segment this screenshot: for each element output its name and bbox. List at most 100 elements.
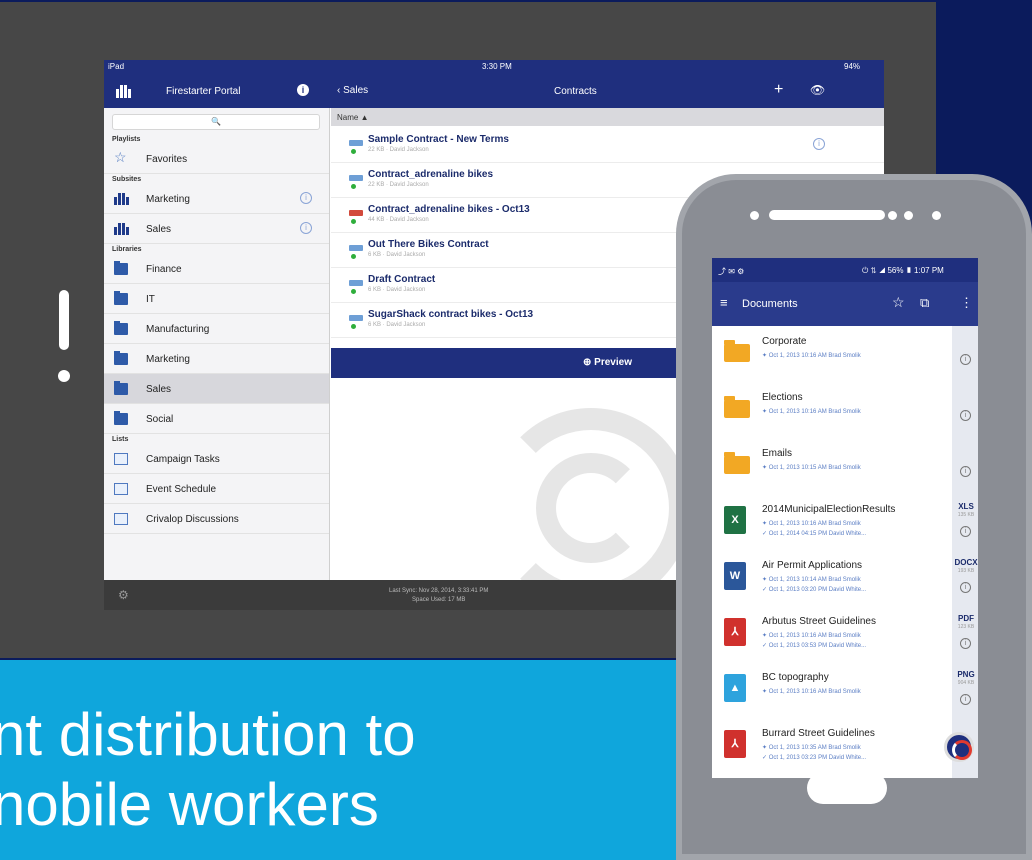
phone-home-button[interactable] [807,772,887,804]
item-title: Emails [762,448,793,459]
item-meta: 22 KB · David Jackson [368,147,429,153]
item-meta: ✦ Oct 1, 2013 10:16 AM Brad Smolik [762,409,861,415]
document-icon [349,175,363,181]
sidebar-item-campaign-tasks[interactable]: Campaign Tasks [104,444,329,474]
list-item[interactable]: Elections ✦ Oct 1, 2013 10:16 AM Brad Sm… [712,382,978,440]
eye-icon[interactable]: 👁 [810,83,825,97]
sync-status-icon [351,149,356,154]
sidebar-item-marketing-subsite[interactable]: Marketing i [104,184,329,214]
copy-icon[interactable]: ⧉ [920,295,929,311]
sidebar-item-it[interactable]: IT [104,284,329,314]
list-item[interactable]: Corporate ✦ Oct 1, 2013 10:16 AM Brad Sm… [712,326,978,384]
status-carrier: iPad [108,62,125,71]
item-title: Air Permit Applications [762,560,863,571]
menu-icon[interactable]: ≡ [720,295,728,310]
document-icon [349,140,363,146]
sort-header[interactable]: Name ▲ [331,108,884,126]
item-meta: ✦ Oct 1, 2013 10:14 AM Brad Smolik [762,577,861,583]
pdf-file-icon: ⅄ [724,730,746,758]
back-button[interactable]: ‹ Sales [337,85,368,96]
pdf-file-icon: ⅄ [724,618,746,646]
list-icon [114,483,128,495]
item-meta-secondary: ✓ Oct 1, 2013 03:20 PM David White... [762,587,867,593]
phone-sensor-dot [888,211,897,220]
library-folder-icon [114,351,128,365]
item-meta: 6 KB · David Jackson [368,322,426,328]
sync-status-icon [351,219,356,224]
phone-device: ⤴ ✉ ⚙ ⏻ ⇅ ◢ 56% ▮ 1:07 PM ≡ Documents ☆ … [676,174,1032,860]
info-icon[interactable]: i [813,138,825,150]
info-icon[interactable]: i [960,354,971,365]
item-title: Out There Bikes Contract [368,239,489,250]
item-meta: 44 KB · David Jackson [368,217,429,223]
sidebar-item-marketing-library[interactable]: Marketing [104,344,329,374]
sidebar-item-label: Marketing [146,354,190,365]
sidebar-item-label: Campaign Tasks [146,454,220,465]
sync-status-icon [351,184,356,189]
info-icon[interactable]: i [300,222,312,234]
folder-icon [724,452,750,474]
list-item[interactable]: ⅄ Burrard Street Guidelines ✦ Oct 1, 201… [712,718,978,776]
sidebar-item-discussions[interactable]: Crivalop Discussions [104,504,329,534]
tablet-status-bar: iPad 3:30 PM 94% [104,60,884,74]
status-time: 3:30 PM [482,62,512,71]
tablet-camera-dot [58,370,70,382]
item-title: Contract_adrenaline bikes - Oct13 [368,204,530,215]
list-item[interactable]: Sample Contract - New Terms 22 KB · Davi… [331,128,884,163]
library-folder-icon [114,291,128,305]
document-icon [349,210,363,216]
sync-info: Last Sync: Nov 28, 2014, 3:33:41 PM Spac… [389,587,488,605]
item-meta: ✦ Oct 1, 2013 10:16 AM Brad Smolik [762,521,861,527]
tablet-home-bar [59,290,69,350]
file-extension: XLS [958,502,974,511]
item-meta: 22 KB · David Jackson [368,182,429,188]
brand-action-button[interactable] [944,732,974,762]
back-label: Sales [343,85,369,96]
list-item[interactable]: ▲ BC topography ✦ Oct 1, 2013 10:16 AM B… [712,662,978,720]
search-input[interactable]: 🔍 [112,114,320,130]
item-title: Contract_adrenaline bikes [368,169,494,180]
list-item[interactable]: W Air Permit Applications ✦ Oct 1, 2013 … [712,550,978,608]
portal-logo-icon [116,84,132,98]
item-meta: ✦ Oct 1, 2013 10:15 AM Brad Smolik [762,465,861,471]
sync-status-icon [351,254,356,259]
item-title: Sample Contract - New Terms [368,134,509,145]
status-battery: 94% [844,62,861,71]
phone-sensor-dot [904,211,913,220]
section-playlists: Playlists [112,136,141,143]
sidebar-item-sales-library[interactable]: Sales [104,374,329,404]
info-icon[interactable]: i [960,694,971,705]
sidebar-item-label: Favorites [146,154,188,165]
info-icon[interactable]: i [960,526,971,537]
sidebar-item-label: Sales [146,384,172,395]
info-icon[interactable]: i [960,638,971,649]
section-libraries: Libraries [112,246,142,253]
star-icon[interactable]: ☆ [892,294,905,311]
info-icon[interactable]: i [297,84,309,96]
page-title: Documents [742,298,798,310]
info-icon[interactable]: i [300,192,312,204]
phone-status-bar: ⤴ ✉ ⚙ ⏻ ⇅ ◢ 56% ▮ 1:07 PM [712,258,978,282]
file-size: 193 KB [957,568,975,574]
sidebar-item-manufacturing[interactable]: Manufacturing [104,314,329,344]
info-icon[interactable]: i [960,582,971,593]
gear-icon[interactable]: ⚙ [118,588,129,602]
add-icon[interactable]: + [774,81,783,99]
sidebar-item-social[interactable]: Social [104,404,329,434]
info-icon[interactable]: i [960,466,971,477]
item-meta: ✦ Oct 1, 2013 10:35 AM Brad Smolik [762,745,861,751]
info-icon[interactable]: i [960,410,971,421]
folder-icon [724,340,750,362]
library-folder-icon [114,321,128,335]
sidebar-item-favorites[interactable]: ☆ Favorites [104,144,329,174]
sidebar-item-sales-subsite[interactable]: Sales i [104,214,329,244]
sidebar: 🔍 Playlists ☆ Favorites Subsites Marketi… [104,108,330,580]
sidebar-item-finance[interactable]: Finance [104,254,329,284]
list-item[interactable]: X 2014MunicipalElectionResults ✦ Oct 1, … [712,494,978,552]
list-item[interactable]: Emails ✦ Oct 1, 2013 10:15 AM Brad Smoli… [712,438,978,496]
more-icon[interactable]: ⋮ [960,295,973,311]
list-item[interactable]: ⅄ Arbutus Street Guidelines ✦ Oct 1, 201… [712,606,978,664]
sidebar-item-event-schedule[interactable]: Event Schedule [104,474,329,504]
item-title: Burrard Street Guidelines [762,728,875,739]
sidebar-item-label: IT [146,294,155,305]
